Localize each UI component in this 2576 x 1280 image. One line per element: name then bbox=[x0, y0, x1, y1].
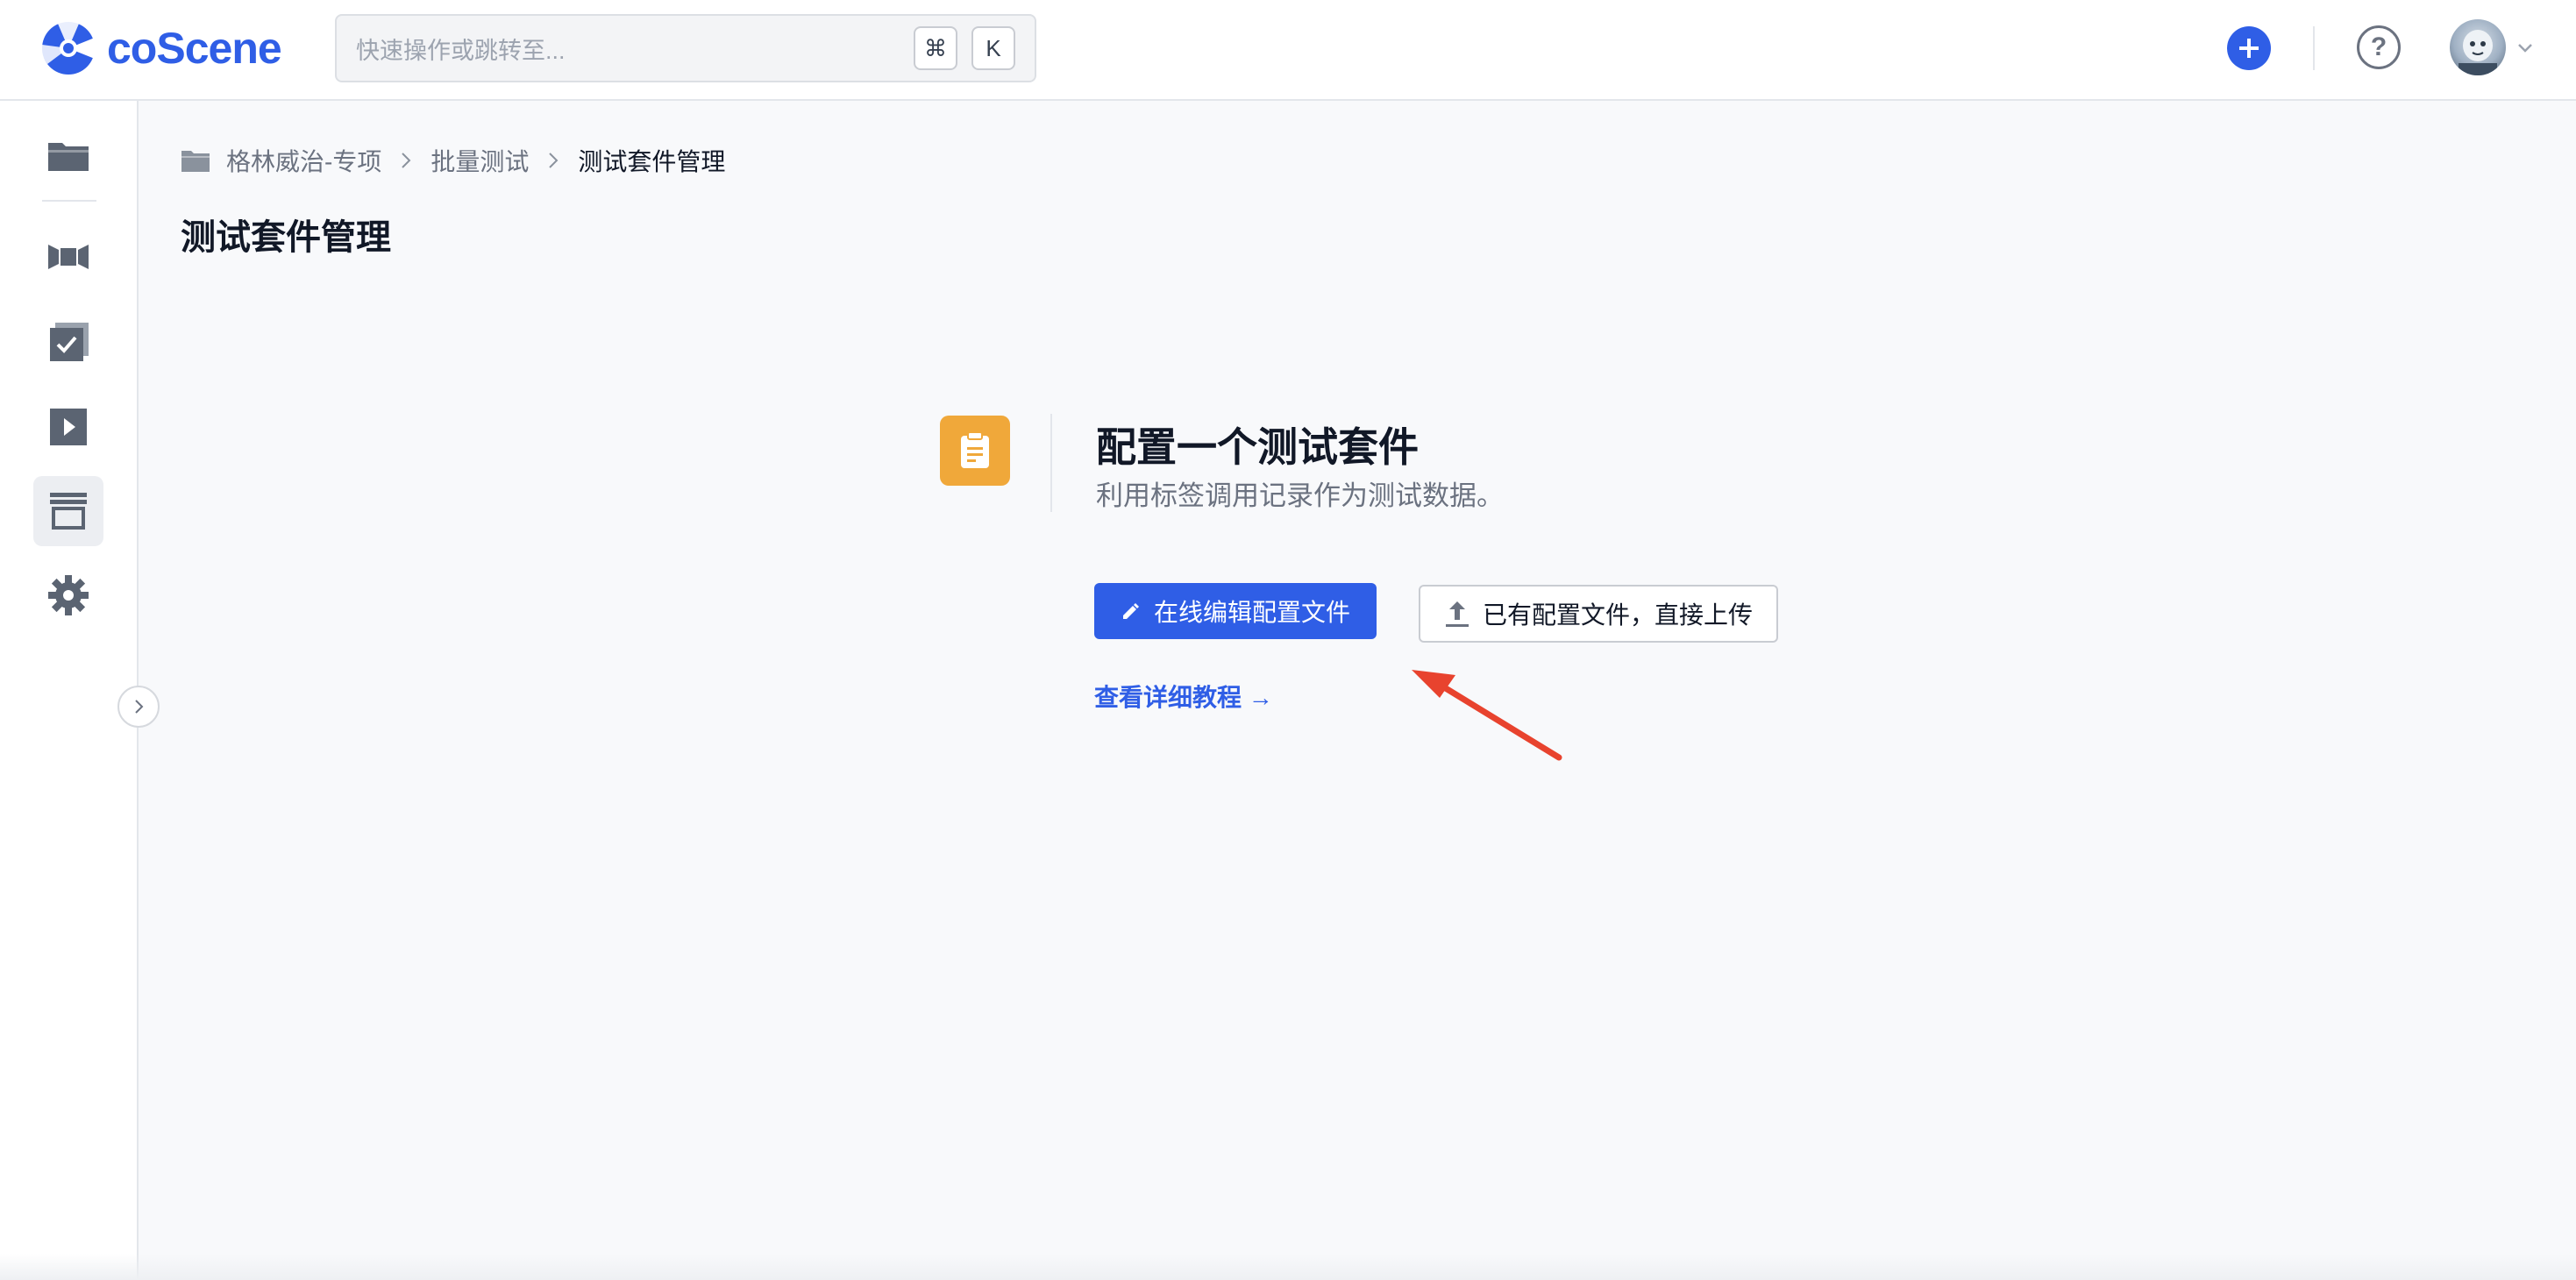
sidebar-item-settings[interactable] bbox=[33, 560, 103, 630]
plus-icon bbox=[2239, 39, 2259, 58]
sidebar-item-playback[interactable] bbox=[33, 392, 103, 462]
pencil-icon bbox=[1122, 603, 1139, 619]
add-button[interactable] bbox=[2227, 26, 2271, 70]
logo-text: coScene bbox=[107, 24, 282, 73]
sidebar-item-test-suites[interactable] bbox=[33, 476, 103, 546]
setup-title: 配置一个测试套件 bbox=[1096, 424, 1419, 470]
folder-icon bbox=[181, 148, 210, 173]
search-placeholder: 快速操作或跳转至... bbox=[356, 37, 566, 64]
shortcut-key-cmd: ⌘ bbox=[914, 26, 957, 70]
sidebar-item-files[interactable] bbox=[33, 120, 103, 190]
avatar[interactable] bbox=[2450, 19, 2506, 75]
coscene-logo-icon bbox=[41, 21, 96, 75]
header-divider bbox=[2313, 26, 2315, 70]
sidebar bbox=[0, 101, 139, 1280]
breadcrumb-item-current: 测试套件管理 bbox=[578, 148, 726, 175]
setup-subtitle: 利用标签调用记录作为测试数据。 bbox=[1096, 480, 1504, 511]
top-header: coScene 快速操作或跳转至... ⌘ K ? bbox=[0, 0, 2576, 101]
archive-box-icon bbox=[50, 493, 87, 530]
annotation-arrow-icon bbox=[1412, 670, 1562, 761]
setup-icon-badge bbox=[940, 416, 1010, 486]
chevron-right-icon bbox=[399, 151, 413, 170]
gear-icon bbox=[48, 575, 89, 615]
chevron-right-icon bbox=[546, 151, 560, 170]
upload-icon bbox=[1445, 601, 1469, 627]
chevron-right-icon bbox=[135, 700, 144, 714]
edit-config-online-button[interactable]: 在线编辑配置文件 bbox=[1094, 583, 1377, 639]
question-mark-icon: ? bbox=[2370, 32, 2387, 61]
logo[interactable]: coScene bbox=[40, 19, 282, 77]
video-camera-icon bbox=[48, 245, 89, 269]
upload-config-button[interactable]: 已有配置文件，直接上传 bbox=[1419, 585, 1778, 643]
sidebar-collapse-button[interactable] bbox=[117, 686, 160, 728]
play-icon bbox=[50, 409, 87, 445]
upload-config-label: 已有配置文件，直接上传 bbox=[1482, 601, 1753, 629]
sidebar-item-records[interactable] bbox=[33, 222, 103, 292]
folder-icon bbox=[48, 143, 89, 171]
search-input[interactable]: 快速操作或跳转至... ⌘ K bbox=[335, 14, 1036, 82]
breadcrumb: 格林威治-专项 批量测试 测试套件管理 bbox=[181, 140, 725, 181]
bottom-fade bbox=[0, 1254, 2576, 1280]
shortcut-key-k: K bbox=[971, 26, 1015, 70]
page-title: 测试套件管理 bbox=[181, 218, 391, 257]
edit-config-online-label: 在线编辑配置文件 bbox=[1153, 599, 1350, 626]
avatar-face-icon bbox=[2459, 30, 2497, 75]
sidebar-separator bbox=[42, 200, 96, 202]
chevron-down-icon[interactable] bbox=[2515, 37, 2536, 58]
setup-divider bbox=[1050, 414, 1052, 512]
sidebar-item-tasks[interactable] bbox=[33, 308, 103, 378]
help-button[interactable]: ? bbox=[2357, 25, 2401, 69]
tutorial-link[interactable]: 查看详细教程 → bbox=[1094, 679, 1273, 714]
breadcrumb-item-project[interactable]: 格林威治-专项 bbox=[226, 143, 381, 178]
breadcrumb-item-batch-test[interactable]: 批量测试 bbox=[431, 143, 529, 178]
clipboard-icon bbox=[961, 431, 989, 468]
checklist-icon bbox=[50, 323, 89, 361]
